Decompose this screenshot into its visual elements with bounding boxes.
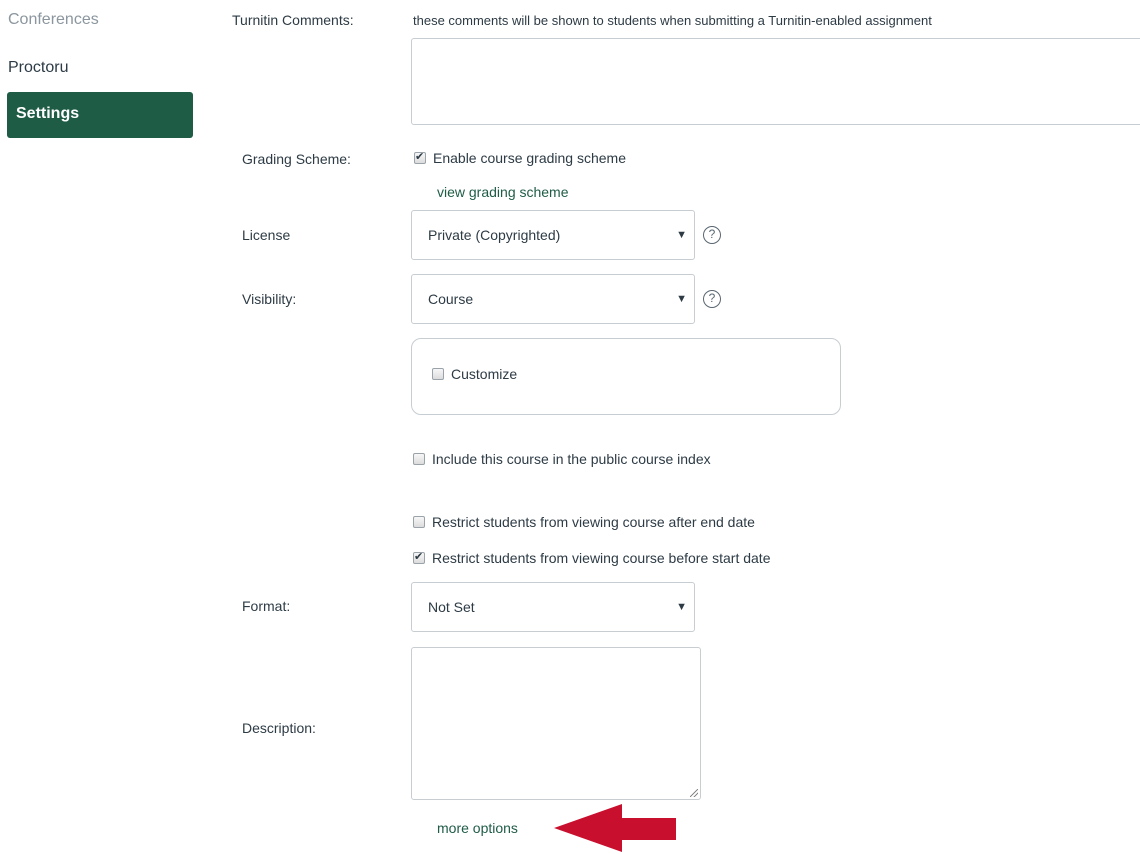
public-index-row: Include this course in the public course… <box>413 451 711 467</box>
view-grading-scheme-link[interactable]: view grading scheme <box>437 184 569 200</box>
restrict-after-end-checkbox[interactable] <box>413 516 425 528</box>
restrict-after-end-label: Restrict students from viewing course af… <box>432 514 755 530</box>
red-arrow-annotation-icon <box>554 804 676 852</box>
restrict-before-start-row: Restrict students from viewing course be… <box>413 550 770 566</box>
sidebar-item-conferences[interactable]: Conferences <box>8 10 99 30</box>
grading-scheme-row: Enable course grading scheme <box>414 150 626 166</box>
turnitin-comments-hint: these comments will be shown to students… <box>413 13 932 28</box>
customize-row: Customize <box>432 366 517 382</box>
license-selected-value: Private (Copyrighted) <box>428 227 561 243</box>
sidebar-item-settings[interactable]: Settings <box>7 92 193 138</box>
license-help-icon[interactable]: ? <box>703 226 721 244</box>
chevron-down-icon: ▼ <box>676 601 687 613</box>
course-settings-page: Conferences Proctoru Settings Turnitin C… <box>0 0 1140 854</box>
visibility-help-icon[interactable]: ? <box>703 290 721 308</box>
license-label: License <box>242 227 291 243</box>
chevron-down-icon: ▼ <box>676 229 687 241</box>
format-select[interactable]: Not Set ▼ <box>411 582 695 632</box>
customize-checkbox[interactable] <box>432 368 444 380</box>
restrict-before-start-label: Restrict students from viewing course be… <box>432 550 771 566</box>
visibility-select[interactable]: Course ▼ <box>411 274 695 324</box>
more-options-link[interactable]: more options <box>437 820 518 836</box>
description-label: Description: <box>242 720 316 736</box>
public-index-checkbox-label: Include this course in the public course… <box>432 451 711 467</box>
format-label: Format: <box>242 598 291 614</box>
visibility-label: Visibility: <box>242 291 297 307</box>
visibility-selected-value: Course <box>428 291 474 307</box>
grading-scheme-label: Grading Scheme: <box>242 151 351 167</box>
chevron-down-icon: ▼ <box>676 293 687 305</box>
grading-scheme-checkbox[interactable] <box>414 150 426 164</box>
format-selected-value: Not Set <box>428 599 475 615</box>
description-textarea[interactable] <box>411 647 701 800</box>
sidebar-item-proctoru[interactable]: Proctoru <box>8 58 68 78</box>
grading-scheme-checkbox-label: Enable course grading scheme <box>433 150 627 166</box>
restrict-after-end-row: Restrict students from viewing course af… <box>413 514 755 530</box>
customize-checkbox-label: Customize <box>451 366 518 382</box>
license-select[interactable]: Private (Copyrighted) ▼ <box>411 210 695 260</box>
turnitin-comments-label: Turnitin Comments: <box>232 12 354 28</box>
turnitin-comments-textarea[interactable] <box>411 38 1140 125</box>
resize-grip-icon[interactable] <box>690 789 698 797</box>
public-index-checkbox[interactable] <box>413 453 425 465</box>
restrict-before-start-checkbox[interactable] <box>413 550 425 564</box>
